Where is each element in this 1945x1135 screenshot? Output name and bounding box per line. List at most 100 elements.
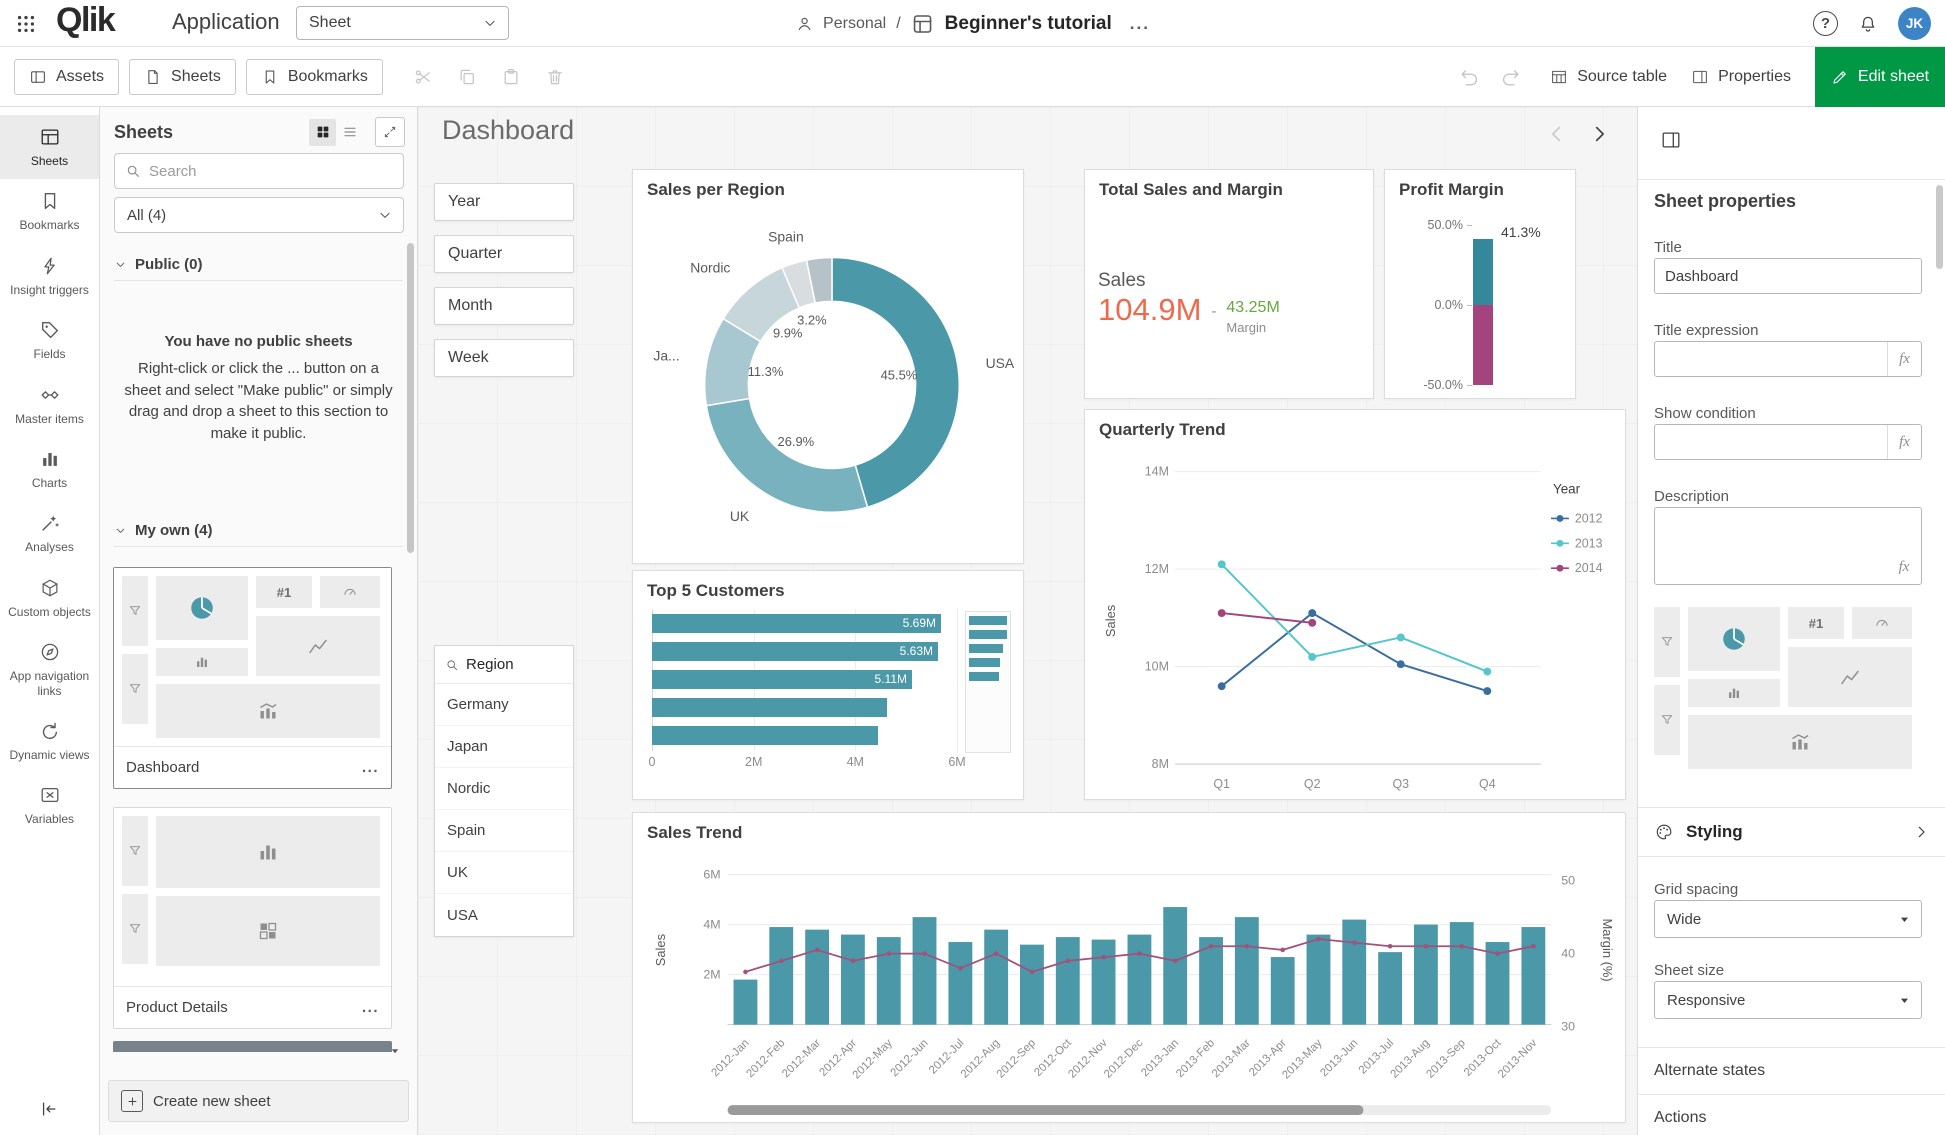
kpi-total-sales-and-margin[interactable]: Total Sales and Margin Sales 104.9M - 43… bbox=[1084, 169, 1374, 399]
more-options-button[interactable]: ... bbox=[1130, 14, 1150, 34]
region-item-uk[interactable]: UK bbox=[435, 852, 573, 894]
show-condition-field[interactable] bbox=[1665, 434, 1887, 451]
clipboard-group bbox=[413, 67, 565, 87]
sheet-card-menu-button[interactable]: ... bbox=[362, 759, 379, 776]
sheet-size-select[interactable]: Responsive bbox=[1654, 981, 1922, 1019]
chart-top-5-customers[interactable]: Top 5 Customers 5.69M5.63M5.11M 02M4M6M bbox=[632, 570, 1024, 800]
personal-scope-label[interactable]: Personal bbox=[823, 15, 886, 33]
prev-sheet-icon[interactable] bbox=[1546, 123, 1568, 145]
alternate-states-section[interactable]: Alternate states bbox=[1638, 1047, 1945, 1094]
description-field[interactable] bbox=[1665, 516, 1887, 533]
sheet-card-dashboard[interactable]: #1 Dashboard ... bbox=[113, 567, 392, 789]
sidebar-item-custom-objects[interactable]: Custom objects bbox=[0, 566, 99, 630]
region-listbox-header[interactable]: Region bbox=[435, 646, 573, 684]
title-field[interactable] bbox=[1665, 268, 1921, 285]
properties-panel-scrollbar[interactable] bbox=[1936, 185, 1943, 269]
sidebar-item-sheets[interactable]: Sheets bbox=[0, 115, 99, 179]
sheets-button[interactable]: Sheets bbox=[129, 59, 236, 95]
sheets-panel-scrollbar[interactable] bbox=[407, 243, 414, 553]
chart-quarterly-trend[interactable]: Quarterly Trend 14M12M10M8MQ1Q2Q3Q4Sales… bbox=[1084, 409, 1626, 800]
bar-top-customer[interactable]: 5.63M bbox=[652, 642, 938, 661]
grid-view-button[interactable] bbox=[309, 119, 336, 146]
filter-week[interactable]: Week bbox=[434, 339, 574, 377]
app-thumbnail-icon[interactable] bbox=[911, 12, 935, 36]
properties-button[interactable]: Properties bbox=[1691, 68, 1791, 86]
region-item-japan[interactable]: Japan bbox=[435, 726, 573, 768]
region-item-usa[interactable]: USA bbox=[435, 894, 573, 936]
sidebar-item-app-navigation-links[interactable]: App navigation links bbox=[0, 630, 99, 709]
sidebar-item-variables[interactable]: Variables bbox=[0, 773, 99, 837]
region-list: GermanyJapanNordicSpainUKUSA bbox=[435, 684, 573, 936]
bar-top-customer[interactable]: 5.11M bbox=[652, 670, 912, 689]
create-new-sheet-button[interactable]: Create new sheet bbox=[108, 1080, 409, 1122]
undo-icon[interactable] bbox=[1458, 66, 1480, 88]
region-item-nordic[interactable]: Nordic bbox=[435, 768, 573, 810]
bookmarks-button[interactable]: Bookmarks bbox=[246, 59, 383, 95]
scroll-down-indicator-icon[interactable] bbox=[389, 1045, 401, 1057]
bookmarks-icon bbox=[261, 68, 279, 86]
cut-icon[interactable] bbox=[413, 67, 433, 87]
edit-sheet-button[interactable]: Edit sheet bbox=[1815, 47, 1945, 107]
next-sheet-icon[interactable] bbox=[1588, 123, 1610, 145]
sidebar-item-analyses[interactable]: Analyses bbox=[0, 501, 99, 565]
notifications-bell-icon[interactable] bbox=[1858, 14, 1878, 34]
region-item-germany[interactable]: Germany bbox=[435, 684, 573, 726]
sheet-card-product-details[interactable]: Product Details ... bbox=[113, 807, 392, 1029]
paste-icon[interactable] bbox=[501, 67, 521, 87]
list-view-button[interactable] bbox=[336, 119, 363, 146]
linechart-icon bbox=[1838, 665, 1862, 689]
collapse-panel-icon[interactable] bbox=[39, 1099, 59, 1119]
expand-panel-button[interactable] bbox=[375, 117, 405, 147]
bar-top-customer[interactable] bbox=[652, 698, 887, 717]
sidebar-item-bookmarks[interactable]: Bookmarks bbox=[0, 179, 99, 243]
filter-quarter[interactable]: Quarter bbox=[434, 235, 574, 273]
thumb-chart-placeholder bbox=[1852, 607, 1912, 639]
source-table-button[interactable]: Source table bbox=[1550, 68, 1667, 86]
sidebar-item-fields[interactable]: Fields bbox=[0, 308, 99, 372]
fx-button[interactable]: fx bbox=[1887, 425, 1921, 459]
copy-icon[interactable] bbox=[457, 67, 477, 87]
actions-section[interactable]: Actions bbox=[1638, 1094, 1945, 1135]
filter-month[interactable]: Month bbox=[434, 287, 574, 325]
fx-button[interactable]: fx bbox=[1887, 342, 1921, 376]
svg-text:9.9%: 9.9% bbox=[773, 326, 803, 341]
section-public[interactable]: Public (0) bbox=[114, 249, 403, 281]
gauge-profit-margin[interactable]: Profit Margin 50.0% 0.0% -50.0% 41.3% bbox=[1384, 169, 1576, 399]
sheet-dropdown[interactable]: Sheet bbox=[296, 6, 509, 40]
grid-spacing-select[interactable]: Wide bbox=[1654, 900, 1922, 938]
sheet-card-menu-button[interactable]: ... bbox=[362, 999, 379, 1016]
fx-button[interactable]: fx bbox=[1887, 550, 1921, 584]
barchart-icon bbox=[256, 840, 280, 864]
title-expression-field[interactable] bbox=[1665, 351, 1887, 368]
user-avatar[interactable]: JK bbox=[1898, 7, 1931, 40]
assets-button[interactable]: Assets bbox=[14, 59, 119, 95]
chart-sales-trend[interactable]: Sales Trend 6M4M2M504030SalesMargin (%)2… bbox=[632, 812, 1626, 1123]
svg-text:2M: 2M bbox=[703, 968, 720, 982]
help-button[interactable]: ? bbox=[1813, 11, 1838, 36]
styling-section[interactable]: Styling bbox=[1638, 807, 1945, 857]
region-item-spain[interactable]: Spain bbox=[435, 810, 573, 852]
filter-year[interactable]: Year bbox=[434, 183, 574, 221]
partially-visible-sheet-card[interactable] bbox=[113, 1041, 392, 1052]
chart-title: Top 5 Customers bbox=[647, 581, 785, 601]
delete-icon[interactable] bbox=[545, 67, 565, 87]
chart-minimap-scrollbar[interactable] bbox=[965, 611, 1011, 753]
bar-top-customer[interactable]: 5.69M bbox=[652, 614, 941, 633]
sidebar-item-master-items[interactable]: Master items bbox=[0, 373, 99, 437]
gauge-icon bbox=[1874, 615, 1890, 631]
section-my-own[interactable]: My own (4) bbox=[114, 515, 403, 547]
bar-top-customer[interactable] bbox=[652, 726, 878, 745]
sidebar-item-charts[interactable]: Charts bbox=[0, 437, 99, 501]
analyses-icon bbox=[39, 512, 61, 534]
app-launcher-icon[interactable] bbox=[15, 13, 37, 35]
search-icon bbox=[125, 163, 141, 179]
properties-panel-icon[interactable] bbox=[1660, 129, 1682, 151]
sheet-size-value: Responsive bbox=[1667, 992, 1745, 1009]
sheet-search-input[interactable] bbox=[149, 163, 393, 180]
document-title[interactable]: Beginner's tutorial bbox=[945, 13, 1112, 35]
sheet-filter-dropdown[interactable]: All (4) bbox=[114, 197, 404, 233]
sidebar-item-dynamic-views[interactable]: Dynamic views bbox=[0, 709, 99, 773]
redo-icon[interactable] bbox=[1500, 66, 1522, 88]
sidebar-item-insight-triggers[interactable]: Insight triggers bbox=[0, 244, 99, 308]
chart-sales-per-region[interactable]: Sales per Region 45.5%USA26.9%UK11.3%Ja.… bbox=[632, 169, 1024, 564]
